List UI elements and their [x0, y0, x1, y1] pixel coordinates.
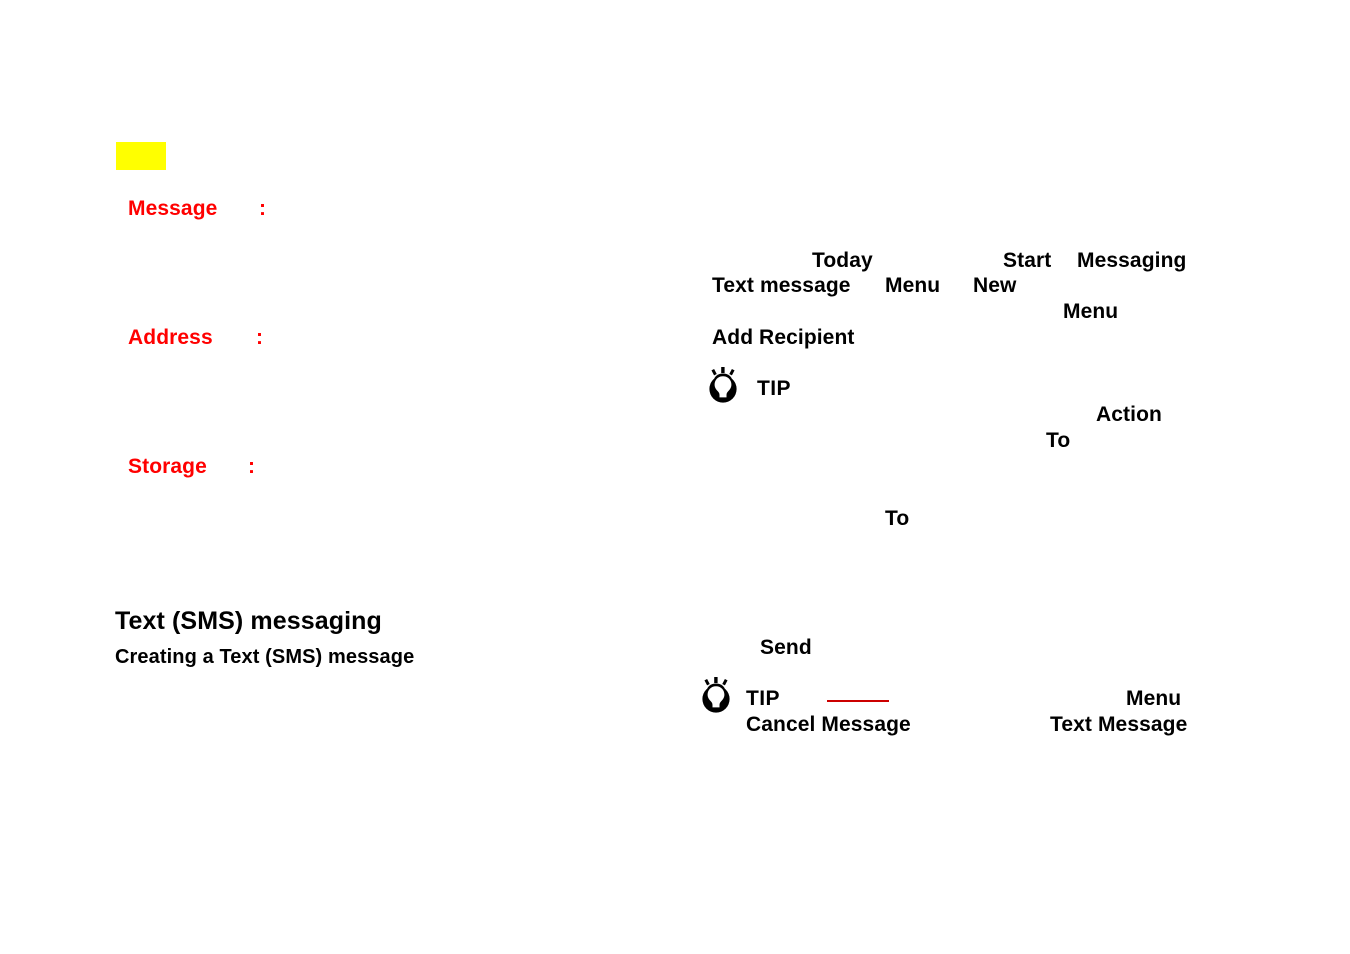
- term-menu-1: Menu: [885, 274, 941, 297]
- tip-label-2: TIP: [746, 687, 780, 710]
- term-to-2: To: [885, 507, 910, 530]
- term-messaging: Messaging: [1077, 249, 1187, 272]
- term-menu-3: Menu: [1126, 687, 1182, 710]
- term-add-recipient: Add Recipient: [712, 326, 855, 349]
- term-today: Today: [812, 249, 873, 272]
- red-underline-rule: [827, 700, 889, 702]
- label-message-colon: :: [259, 197, 266, 220]
- term-text-message-caps: Text Message: [1050, 713, 1188, 736]
- term-menu-2: Menu: [1063, 300, 1119, 323]
- term-to-1: To: [1046, 429, 1071, 452]
- label-storage-colon: :: [248, 455, 255, 478]
- section-heading-text-sms-messaging: Text (SMS) messaging: [115, 607, 382, 635]
- label-message: Message: [128, 197, 218, 220]
- term-action: Action: [1096, 403, 1162, 426]
- label-address-colon: :: [256, 326, 263, 349]
- subsection-heading-creating-a-text-sms-message: Creating a Text (SMS) message: [115, 646, 415, 668]
- term-text-message-lower: Text message: [712, 274, 851, 297]
- lightbulb-icon: [697, 677, 735, 713]
- term-cancel-message: Cancel Message: [746, 713, 911, 736]
- yellow-highlight-box: [116, 142, 166, 170]
- term-start: Start: [1003, 249, 1052, 272]
- term-send: Send: [760, 636, 812, 659]
- label-address: Address: [128, 326, 213, 349]
- label-storage: Storage: [128, 455, 207, 478]
- document-page: Message : Address : Storage : Today Star…: [0, 0, 1350, 954]
- tip-label-1: TIP: [757, 377, 791, 400]
- lightbulb-icon: [704, 367, 742, 403]
- term-new: New: [973, 274, 1017, 297]
